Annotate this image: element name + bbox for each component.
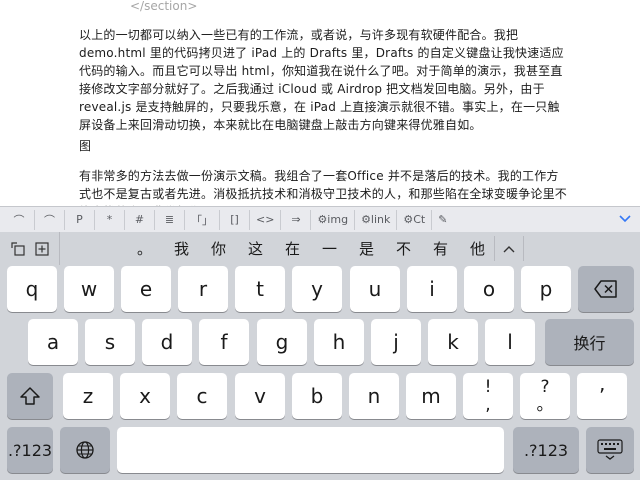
plus-square-icon[interactable] [34, 241, 49, 256]
toolbar-list-button[interactable]: ≣ [154, 209, 184, 230]
candidate-word[interactable]: 不 [385, 238, 422, 259]
toolbar-link-button[interactable]: ⚙link [354, 209, 396, 230]
paragraph-2: 图 [79, 139, 92, 153]
toolbar-paragraph-button[interactable]: P [64, 209, 94, 230]
key-p[interactable]: p [521, 266, 571, 312]
space-key[interactable] [117, 427, 504, 473]
candidate-word[interactable]: 他 [459, 238, 496, 259]
toolbar-undo-button[interactable]: ⌒ [4, 210, 34, 230]
key-c[interactable]: c [177, 373, 227, 419]
toolbar-pencil-button[interactable]: ✎ [431, 209, 453, 230]
key-z[interactable]: z [63, 373, 113, 419]
paragraph-1: 以上的一切都可以纳入一些已有的工作流，或者说，与许多现有软硬件配合。我把 dem… [79, 28, 564, 132]
chevron-up-icon [503, 245, 515, 252]
paragraph-3: 有非常多的方法去做一份演示文稿。我组合了一套Office 并不是落后的技术。我的… [79, 169, 568, 206]
key-period-label: 。 [536, 395, 554, 415]
candidate-words: 。 我 你 这 在 一 是 不 有 他 [60, 232, 496, 265]
key-s[interactable]: s [85, 319, 135, 365]
toolbar-img-button[interactable]: ⚙img [310, 209, 354, 230]
key-question-period[interactable]: ? 。 [520, 373, 570, 419]
globe-icon [76, 441, 94, 459]
shift-key[interactable] [7, 373, 53, 419]
candidate-bar: 。 我 你 这 在 一 是 不 有 他 [0, 232, 640, 265]
document-editor[interactable]: </section> 以上的一切都可以纳入一些已有的工作流，或者说，与许多现有软… [0, 0, 640, 206]
numbers-key-left[interactable]: .?123 [7, 427, 53, 473]
key-b[interactable]: b [292, 373, 342, 419]
candidate-word[interactable]: 是 [348, 238, 385, 259]
markdown-toolbar: ⌒ ⌒ P * # ≣ 「」 [] <> ⇒ ⚙img ⚙link ⚙Ct ✎ [0, 206, 640, 232]
key-x[interactable]: x [120, 373, 170, 419]
key-o[interactable]: o [464, 266, 514, 312]
toolbar-code-button[interactable]: <> [249, 209, 280, 230]
undo-square-icon[interactable] [10, 241, 25, 256]
expand-candidates-button[interactable] [494, 236, 524, 261]
toolbar-heading-button[interactable]: # [124, 209, 154, 230]
toolbar-ct-button[interactable]: ⚙Ct [396, 209, 431, 230]
key-a[interactable]: a [28, 319, 78, 365]
closing-section-tag: </section> [130, 0, 198, 13]
candidate-word[interactable]: 你 [200, 238, 237, 259]
shift-icon [20, 387, 40, 405]
key-d[interactable]: d [142, 319, 192, 365]
key-question-label: ? [540, 377, 550, 397]
toolbar-asterisk-button[interactable]: * [94, 209, 124, 230]
key-r[interactable]: r [178, 266, 228, 312]
key-apostrophe[interactable]: ’ [577, 373, 627, 419]
globe-key[interactable] [60, 427, 110, 473]
toolbar-brackets-button[interactable]: [] [219, 209, 249, 230]
key-f[interactable]: f [199, 319, 249, 365]
key-comma-label: , [485, 395, 491, 415]
dismiss-keyboard-key[interactable] [586, 427, 634, 473]
key-e[interactable]: e [121, 266, 171, 312]
candidate-word[interactable]: 一 [311, 238, 348, 259]
numbers-key-right[interactable]: .?123 [513, 427, 579, 473]
key-i[interactable]: i [407, 266, 457, 312]
toolbar-arrow-button[interactable]: ⇒ [280, 209, 310, 230]
key-n[interactable]: n [349, 373, 399, 419]
candidate-word[interactable]: 。 [126, 238, 163, 259]
key-exclaim-comma-glyphs: ! , [485, 378, 492, 414]
candidate-word[interactable]: 在 [274, 238, 311, 259]
backspace-icon [594, 280, 617, 298]
key-u[interactable]: u [350, 266, 400, 312]
key-g[interactable]: g [257, 319, 307, 365]
candidate-word[interactable]: 我 [163, 238, 200, 259]
key-w[interactable]: w [64, 266, 114, 312]
backspace-key[interactable] [578, 266, 634, 312]
key-k[interactable]: k [428, 319, 478, 365]
key-exclaim-comma[interactable]: ! , [463, 373, 513, 419]
toolbar-quote-button[interactable]: 「」 [184, 209, 219, 230]
key-h[interactable]: h [314, 319, 364, 365]
key-v[interactable]: v [235, 373, 285, 419]
key-l[interactable]: l [485, 319, 535, 365]
keyboard-dismiss-icon [597, 439, 623, 460]
key-t[interactable]: t [235, 266, 285, 312]
key-question-period-glyphs: ? 。 [537, 378, 554, 414]
key-q[interactable]: q [7, 266, 57, 312]
key-m[interactable]: m [406, 373, 456, 419]
candidate-word[interactable]: 这 [237, 238, 274, 259]
key-exclaim-label: ! [484, 377, 492, 397]
candidate-word[interactable]: 有 [422, 238, 459, 259]
key-j[interactable]: j [371, 319, 421, 365]
toolbar-redo-button[interactable]: ⌒ [34, 209, 64, 230]
return-key[interactable]: 换行 [545, 319, 634, 365]
chevron-down-icon[interactable] [618, 212, 632, 226]
candidate-tools [0, 232, 60, 265]
key-y[interactable]: y [292, 266, 342, 312]
